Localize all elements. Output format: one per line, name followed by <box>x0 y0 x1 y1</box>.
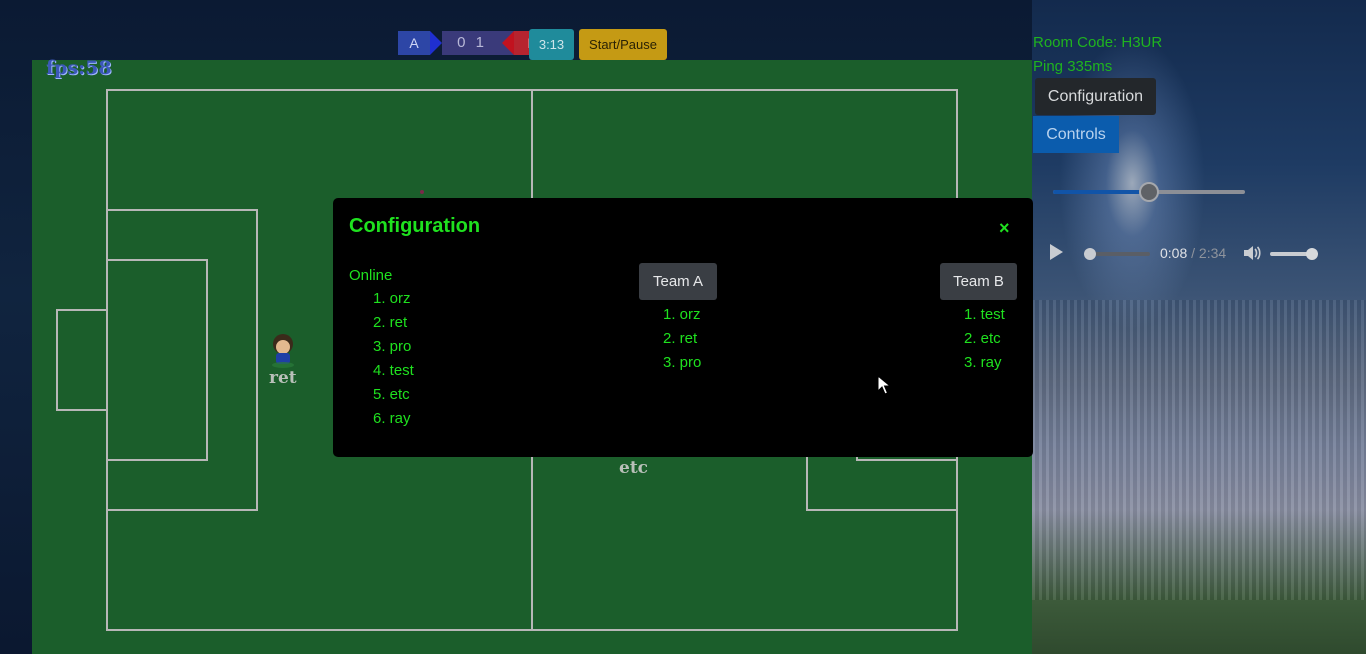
slider-fill <box>1053 190 1149 194</box>
audio-time: 0:08 / 2:34 <box>1160 245 1226 261</box>
list-item: 2. etc <box>964 330 1001 347</box>
list-item: 2. ret <box>663 330 698 347</box>
player-name: etc <box>619 458 649 478</box>
audio-player: 0:08 / 2:34 <box>1040 234 1326 274</box>
list-item: 3. ray <box>964 354 1002 371</box>
audio-current-time: 0:08 <box>1160 245 1188 261</box>
player-icon <box>272 334 294 368</box>
match-timer: 3:13 <box>529 29 574 60</box>
modal-title: Configuration <box>349 215 481 237</box>
team-a-button[interactable]: Team A <box>639 263 717 300</box>
mouse-cursor-icon <box>877 375 891 395</box>
volume-icon[interactable] <box>1242 244 1262 262</box>
controls-button[interactable]: Controls <box>1033 116 1119 153</box>
list-item: 3. pro <box>663 354 702 371</box>
list-item: 3. pro <box>373 338 412 355</box>
audio-duration: 2:34 <box>1198 245 1227 261</box>
audio-time-separator: / <box>1187 245 1199 261</box>
team-a-players-list: 1. orz 2. ret 3. pro <box>663 306 701 378</box>
close-button[interactable]: × <box>999 218 1010 238</box>
team-b-players-list: 1. test 2. etc 3. ray <box>964 306 1005 378</box>
list-item: 1. orz <box>663 306 701 323</box>
fps-counter: fps:58 <box>46 57 112 79</box>
configuration-button[interactable]: Configuration <box>1035 78 1156 115</box>
player-name: ret <box>269 368 297 388</box>
ball <box>420 190 424 194</box>
ping-readout: Ping 335ms <box>1033 58 1113 75</box>
list-item: 1. test <box>964 306 1005 323</box>
left-goal-area <box>106 259 208 461</box>
slider-thumb[interactable] <box>1139 182 1159 202</box>
list-item: 5. etc <box>373 386 410 403</box>
start-pause-button[interactable]: Start/Pause <box>579 29 667 60</box>
score-value: 0 1 <box>442 31 502 55</box>
room-code: Room Code: H3UR <box>1033 34 1163 51</box>
online-label: Online <box>349 267 393 284</box>
list-item: 6. ray <box>373 410 411 427</box>
range-slider[interactable] <box>1053 182 1245 202</box>
left-penalty-area <box>106 209 258 511</box>
team-a-score-label: A <box>398 31 442 55</box>
play-icon[interactable] <box>1050 244 1063 260</box>
online-players-list: 1. orz 2. ret 3. pro 4. test 5. etc 6. r… <box>373 290 414 434</box>
volume-thumb[interactable] <box>1306 248 1318 260</box>
scoreboard: A 0 1 B <box>398 31 550 55</box>
list-item: 4. test <box>373 362 414 379</box>
team-b-button[interactable]: Team B <box>940 263 1017 300</box>
list-item: 2. ret <box>373 314 408 331</box>
audio-progress-thumb[interactable] <box>1084 248 1096 260</box>
left-goal <box>56 309 108 411</box>
list-item: 1. orz <box>373 290 411 307</box>
configuration-modal: Configuration × Online 1. orz 2. ret 3. … <box>333 198 1033 457</box>
